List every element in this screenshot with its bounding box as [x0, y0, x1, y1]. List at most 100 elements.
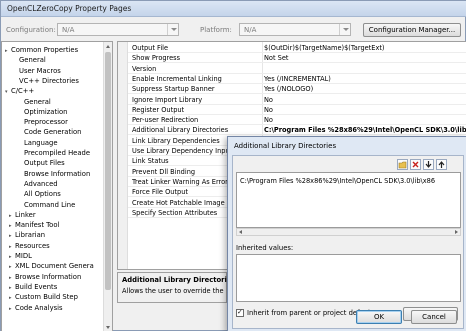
tree-item-label: Manifest Tool [15, 221, 60, 230]
configuration-value: N/A [62, 26, 75, 34]
tree-item-label: Custom Build Step [15, 293, 78, 302]
tree-item-label: Output Files [24, 159, 65, 168]
description-text: Allows the user to override the envi [122, 287, 226, 295]
tree-scrollbar[interactable] [103, 42, 112, 331]
property-row[interactable]: Additional Library Directories C:\Program… [128, 126, 466, 136]
tree-item[interactable]: User Macros [13, 66, 61, 76]
tree-item-label: MIDL [15, 252, 32, 260]
tree-item[interactable]: ▸ Manifest Tool [9, 220, 59, 230]
window-title: OpenCLZeroCopy Property Pages [7, 4, 132, 13]
tree-item[interactable]: ▸ Common Properties [5, 45, 78, 55]
tree-item-label: Optimization [24, 107, 68, 116]
configuration-label: Configuration: [6, 26, 56, 34]
ok-button[interactable]: OK [356, 310, 402, 324]
tree-item[interactable]: ▸ Linker [9, 210, 36, 220]
tree-item[interactable]: Advanced [18, 179, 58, 189]
property-name: Register Output [132, 105, 185, 114]
chevron-down-icon [339, 24, 350, 35]
tree-item[interactable]: Code Generation [18, 127, 81, 137]
configuration-manager-button[interactable]: Configuration Manager... [363, 23, 461, 37]
property-value[interactable]: C:\Program Files %28x86%29\Intel\OpenCL … [264, 126, 466, 135]
description-heading: Additional Library Directories [122, 276, 236, 284]
configuration-bar: Configuration: N/A Platform: N/A Configu… [1, 23, 466, 39]
inherited-values-list[interactable] [236, 254, 461, 302]
move-down-icon[interactable] [423, 159, 434, 170]
tree-item[interactable]: ▸ MIDL [9, 251, 32, 261]
tree-item[interactable]: General [13, 55, 46, 65]
platform-value: N/A [244, 26, 257, 34]
inherited-values-label: Inherited values: [236, 244, 294, 252]
tree-item-label: All Options [24, 190, 61, 199]
configuration-dropdown[interactable]: N/A [57, 23, 179, 36]
additional-library-directories-dialog: Additional Library Directories C:\Progra… [227, 136, 466, 331]
dialog-body: C:\Program Files %28x86%29\Intel\OpenCL … [232, 155, 464, 329]
tree-item[interactable]: ▸ Custom Build Step [9, 292, 78, 302]
tree-item-label: Advanced [24, 179, 58, 188]
tree-item[interactable]: Browse Information [18, 169, 90, 179]
tree-item[interactable]: ▾ C/C++ [5, 86, 34, 96]
tree-item[interactable]: Optimization [18, 107, 67, 117]
property-value[interactable]: $(OutDir)$(TargetName)$(TargetExt) [264, 44, 466, 53]
tree-item-label: Common Properties [11, 46, 79, 54]
tree-item[interactable]: ▸ Resources [9, 241, 50, 251]
property-row[interactable]: Per-user Redirection No [128, 116, 466, 126]
tree-item-label: Code Generation [24, 128, 82, 137]
scrollbar-thumb[interactable] [105, 52, 111, 290]
tree-item-label: Linker [15, 210, 36, 219]
tree-item[interactable]: Precompiled Heade [18, 148, 90, 158]
cancel-button[interactable]: Cancel [411, 310, 457, 324]
inherit-checkbox[interactable] [236, 308, 244, 317]
property-row[interactable]: Register Output No [128, 106, 466, 115]
tree-item[interactable]: ▸ XML Document Genera [9, 261, 94, 271]
scroll-left-icon[interactable] [237, 229, 244, 235]
move-up-icon[interactable] [436, 159, 447, 170]
dialog-title: Additional Library Directories [234, 142, 337, 150]
property-name: Version [132, 64, 157, 73]
tree-item[interactable]: ▸ Code Analysis [9, 303, 63, 313]
tree-item[interactable]: VC++ Directories [13, 76, 79, 86]
new-folder-icon[interactable] [397, 159, 408, 170]
property-value[interactable]: Not Set [264, 54, 466, 63]
tree-item-label: General [24, 97, 51, 106]
property-row[interactable]: Ignore Import Library No [128, 96, 466, 105]
property-value[interactable]: No [264, 116, 466, 125]
property-name: Output File [132, 44, 169, 52]
property-value[interactable]: Yes (/INCREMENTAL) [264, 75, 466, 84]
property-tree: ▸ Common Properties General User Macros VC++… [1, 41, 113, 331]
scroll-right-icon[interactable] [453, 229, 460, 235]
tree-item[interactable]: Language [18, 138, 58, 148]
tree-item[interactable]: ▸ Browse Information [9, 272, 81, 282]
property-row[interactable]: Show Progress Not Set [128, 54, 466, 64]
scroll-up-icon[interactable] [104, 42, 112, 50]
tree-item[interactable]: ▸ Build Events [9, 282, 57, 292]
directories-value: C:\Program Files %28x86%29\Intel\OpenCL … [240, 177, 436, 185]
property-name: Additional Library Directories [132, 126, 229, 135]
delete-icon[interactable] [410, 159, 421, 170]
tree-item-label: Build Events [15, 282, 58, 291]
property-value[interactable]: No [264, 96, 466, 105]
tree-item[interactable]: Preprocessor [18, 117, 68, 127]
tree-item-label: VC++ Directories [19, 76, 79, 85]
tree-item[interactable]: Output Files [18, 158, 65, 168]
tree-item[interactable]: All Options [18, 189, 61, 199]
property-value[interactable]: Yes (/NOLOGO) [264, 85, 466, 94]
tree-item[interactable]: Command Line [18, 200, 75, 210]
property-row[interactable]: Suppress Startup Banner Yes (/NOLOGO) [128, 85, 466, 95]
platform-label: Platform: [200, 26, 232, 34]
directories-textarea[interactable]: C:\Program Files %28x86%29\Intel\OpenCL … [236, 172, 461, 228]
horizontal-scrollbar[interactable] [236, 228, 461, 236]
property-row[interactable]: Version [128, 65, 466, 74]
property-row[interactable]: Output File $(OutDir)$(TargetName)$(Targe… [128, 44, 466, 53]
tree-item[interactable]: General [18, 97, 51, 107]
property-value[interactable]: No [264, 106, 466, 115]
tree-item-label: Precompiled Heade [24, 149, 91, 157]
property-row[interactable]: Enable Incremental Linking Yes (/INCREMEN… [128, 75, 466, 84]
scroll-down-icon[interactable] [104, 323, 112, 331]
grid-gutter [118, 42, 128, 269]
tree-item-label: Browse Information [24, 169, 91, 178]
tree-item[interactable]: ▸ Librarian [9, 230, 45, 240]
tree-item-label: Code Analysis [15, 303, 63, 312]
tree-item-label: Preprocessor [24, 118, 68, 127]
tree-item-label: XML Document Genera [15, 262, 94, 271]
platform-dropdown[interactable]: N/A [239, 23, 351, 36]
